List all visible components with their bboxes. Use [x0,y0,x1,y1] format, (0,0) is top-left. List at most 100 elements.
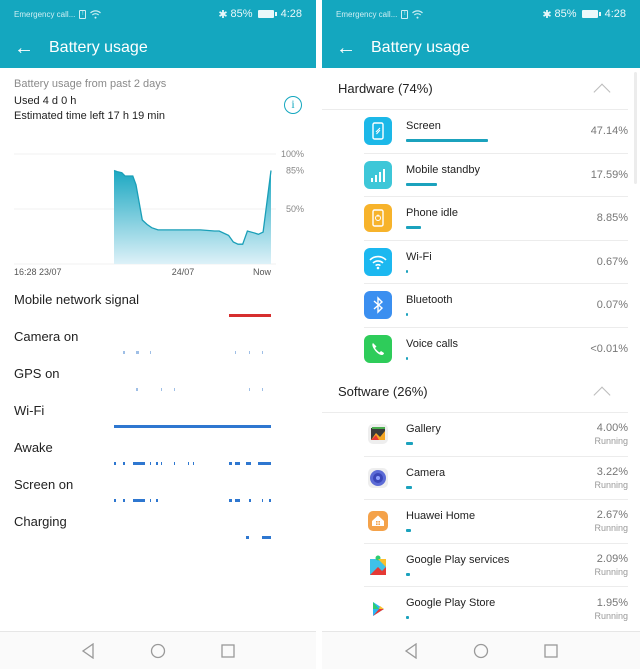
usage-list-item[interactable]: Bluetooth 0.07% [364,284,628,328]
timeline-segment [156,499,158,502]
hardware-section-header[interactable]: Hardware (74%) [322,68,628,110]
battery-usage-screen-right: Emergency call... ! ✱ 85% 4:28 ← Battery… [322,0,640,669]
info-icon[interactable]: i [284,96,302,114]
x-tick-label: Now [253,267,272,277]
usage-list-item[interactable]: Mobile standby 17.59% [364,154,628,197]
usage-list-item[interactable]: Gallery 4.00% Running [364,413,628,457]
home-icon [364,507,392,535]
sim-icon: ! [79,9,87,19]
timeline-label: Awake [14,440,53,455]
usage-item-name: Gallery [406,423,441,435]
usage-item-info: Camera [406,457,594,500]
activity-timelines: Mobile network signal Camera on GPS on Wi-F… [0,290,316,549]
signal-icon [364,160,392,189]
usage-percent: 8.85% [596,212,628,225]
usage-list-item[interactable]: Voice calls <0.01% [364,328,628,372]
chevron-up-icon[interactable] [593,83,611,100]
timeline-segment [150,499,152,502]
timeline-segment [150,351,152,354]
usage-item-name: Google Play services [406,553,510,566]
timeline-segment [234,462,240,465]
usage-list-item[interactable]: Huawei Home 2.67% Running [364,500,628,544]
timeline-segment [192,462,194,465]
estimated-time-left: Estimated time left 17 h 19 min [14,110,166,122]
nav-back-icon[interactable] [400,640,422,662]
app-bar: ← Battery usage [322,28,640,68]
play-store-icon [364,595,392,623]
usage-list-item[interactable]: Phone idle 8.85% [364,197,628,241]
timeline-segment [245,536,249,539]
battery-percent: 85% [230,8,253,20]
timeline-segment [123,499,125,502]
usage-item-name: Huawei Home [406,510,476,522]
wifi-status-icon [412,9,424,19]
timeline-segment [261,536,271,539]
nav-home-icon[interactable] [147,640,169,662]
usage-percent: 1.95% [596,596,628,609]
timeline-row: Wi-Fi [0,401,316,438]
usage-item-name: Bluetooth [406,294,453,306]
clock: 4:28 [280,8,302,20]
timeline-segment [173,388,175,391]
usage-bar [406,442,413,445]
usage-status: Running [594,610,628,621]
timeline-segment [261,351,263,354]
usage-list-item[interactable]: Screen 47.14% [364,110,628,154]
nav-back-icon[interactable] [77,640,99,662]
timeline-segment [114,462,116,465]
usage-item-info: Voice calls [406,328,590,372]
chevron-up-icon[interactable] [593,386,611,403]
usage-item-values: 3.22% Running [594,466,628,490]
usage-item-values: 8.85% [597,212,628,224]
timeline-bar [114,388,271,391]
battery-icon [257,10,277,18]
x-tick-label: 24/07 [172,267,195,277]
timeline-segment [161,462,163,465]
sim-icon: ! [401,9,409,19]
usage-bar [406,313,408,316]
usage-bar [406,616,410,619]
usage-list-item[interactable]: Google Play services 2.09% Running [364,544,628,587]
usage-percent: 0.67% [596,255,628,268]
usage-item-values: 17.59% [591,169,628,181]
timeline-bar [114,351,271,354]
usage-item-info: Mobile standby [406,154,591,197]
usage-item-values: 0.07% [597,299,628,311]
timeline-segment [249,351,251,354]
timeline-row: Screen on [0,475,316,512]
timeline-row: GPS on [0,364,316,401]
usage-percent: <0.01% [590,343,628,356]
timeline-segment [249,388,251,391]
usage-bar [406,269,408,273]
usage-item-info: Gallery [406,413,594,456]
usage-list-item[interactable]: Google Play Store 1.95% Running [364,587,628,631]
timeline-row: Charging [0,512,316,549]
nav-home-icon[interactable] [470,640,492,662]
usage-item-values: 0.67% [597,256,628,268]
scrollbar[interactable] [634,72,637,184]
usage-item-values: 47.14% [591,125,628,137]
back-arrow-icon[interactable]: ← [336,37,362,60]
y-tick-label: 100% [281,149,304,159]
bluetooth-icon [364,291,392,320]
usage-item-info: Phone idle [406,197,597,240]
usage-item-values: 2.67% Running [594,509,628,533]
usage-item-info: Wi-Fi [406,241,597,284]
software-section-header[interactable]: Software (26%) [322,371,628,413]
x-tick-label: 16:28 23/07 [14,267,62,277]
usage-list-item[interactable]: Camera 3.22% Running [364,457,628,500]
nav-recents-icon[interactable] [540,640,562,662]
timeline-segment [228,462,232,465]
nav-recents-icon[interactable] [217,640,239,662]
usage-list-item[interactable]: Wi-Fi 0.67% [364,241,628,284]
usage-summary: Battery usage from past 2 days Used 4 d … [0,68,316,122]
timeline-segment [228,499,232,502]
wifi-icon [364,247,392,276]
back-arrow-icon[interactable]: ← [14,37,40,60]
usage-list: Hardware (74%) Screen 47.14% Mobile standby… [322,68,640,631]
timeline-segment [258,462,271,465]
page-title: Battery usage [371,39,470,56]
section-title: Software (26%) [338,384,428,399]
usage-percent: 47.14% [590,125,628,138]
usage-item-name: Mobile standby [406,163,480,176]
